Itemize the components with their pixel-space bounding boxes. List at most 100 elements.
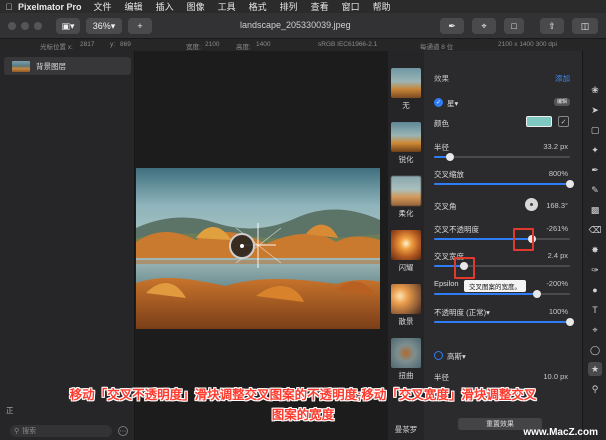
window-toolbar: ▣▾ 36% ▾ + landscape_205330039.jpeg ✒ ⌖ □… [0, 13, 606, 39]
radius-slider-knob[interactable] [446, 153, 455, 161]
gaussian-effect-label: 高斯 [447, 352, 462, 361]
menu-window[interactable]: 窗口 [342, 0, 360, 13]
handle-center-dot [240, 244, 244, 248]
document-button[interactable]: □ [504, 18, 524, 34]
epsilon-slider[interactable] [434, 290, 570, 298]
chevron-down-icon: ▾ [110, 20, 116, 31]
zoom-select[interactable]: 36% ▾ [86, 18, 122, 34]
opacity-slider-knob[interactable] [566, 318, 574, 326]
search-icon: ⚲ [14, 428, 20, 435]
paint-tool-icon[interactable]: ✎ [588, 183, 602, 197]
layer-options-button[interactable]: ⋯ [118, 426, 128, 436]
epsilon-label: Epsilon [434, 279, 459, 288]
search-placeholder: 搜索 [22, 428, 37, 435]
gaussian-effect-toggle[interactable] [434, 351, 443, 360]
tutorial-caption: 移动「交叉不透明度」滑块调整交叉图案的不透明度;移动「交叉宽度」滑块调整交叉 图… [0, 385, 606, 425]
chevron-down-icon: ▾ [462, 352, 466, 361]
layer-row[interactable]: 背景图层 [4, 57, 131, 75]
effect-thumb-glow[interactable] [391, 230, 421, 260]
gradient-tool-icon[interactable]: ▩ [588, 203, 602, 217]
color-adjust-tool-icon[interactable]: ✒ [588, 163, 602, 177]
crop-button[interactable]: ⌖ [472, 18, 496, 34]
menu-image[interactable]: 图像 [187, 0, 205, 13]
effect-thumb-sharpen[interactable] [391, 122, 421, 152]
effects-tool-icon[interactable]: ★ [588, 362, 602, 376]
menu-view[interactable]: 查看 [311, 0, 329, 13]
eyedropper-button[interactable]: ✓ [558, 116, 569, 127]
gaussian-radius-label: 半径 [434, 373, 449, 382]
menu-tools[interactable]: 工具 [218, 0, 236, 13]
share-button[interactable]: ⇧ [540, 18, 564, 34]
cross-opacity-slider[interactable] [434, 235, 570, 243]
menu-file[interactable]: 文件 [94, 0, 112, 13]
menu-bar:  Pixelmator Pro 文件 编辑 插入 图像 工具 格式 排列 查看… [0, 0, 606, 13]
minimize-window-icon[interactable] [21, 22, 29, 30]
edit-effect-button[interactable]: 编辑 [554, 98, 570, 106]
magic-wand-tool-icon[interactable]: ✦ [588, 143, 602, 157]
watermark: www.MacZ.com [523, 427, 598, 438]
share-icon: ⇧ [548, 20, 556, 31]
crop-icon: ⌖ [481, 20, 487, 31]
type-tool-icon[interactable]: T [588, 303, 602, 317]
cross-opacity-highlight [513, 228, 534, 251]
cross-scale-slider-fill [434, 183, 570, 185]
chevron-down-icon: ▾ [454, 99, 459, 108]
color-tool-icon[interactable]: ◯ [588, 343, 602, 357]
opacity-mode-select[interactable]: 不透明度 (正常)▾ [434, 307, 490, 318]
arrange-tool-icon[interactable]: ➤ [588, 103, 602, 117]
style-tool-icon[interactable]: ❀ [588, 83, 602, 97]
radius-slider[interactable] [434, 153, 570, 161]
cross-opacity-value: -261% [546, 224, 568, 233]
cursor-y-value: 869 [120, 41, 131, 48]
opacity-slider-fill [434, 321, 570, 323]
opacity-slider[interactable] [434, 318, 574, 326]
effects-panel: 效果 添加 ✓ 星▾ 编辑 颜色 ✓ 半径 33.2 px 交叉缩放 800% … [424, 51, 582, 440]
menu-help[interactable]: 帮助 [373, 0, 391, 13]
cross-angle-value: 168.3° [546, 201, 568, 210]
cross-scale-label: 交叉缩放 [434, 170, 464, 179]
view-toggle-button[interactable]: ▣▾ [56, 18, 80, 34]
effects-section-title: 效果 [434, 74, 449, 83]
retouch-tool-icon[interactable]: ✸ [588, 243, 602, 257]
gaussian-effect-name[interactable]: 高斯▾ [447, 351, 466, 362]
add-button[interactable]: + [128, 18, 152, 34]
gaussian-radius-value: 10.0 px [543, 372, 568, 381]
epsilon-slider-knob[interactable] [533, 290, 542, 298]
add-effect-button[interactable]: 添加 [555, 73, 570, 84]
menu-edit[interactable]: 编辑 [125, 0, 143, 13]
crop-tool-icon[interactable]: ⌖ [588, 323, 602, 337]
effect-thumb-soften[interactable] [391, 176, 421, 206]
app-menu[interactable]: Pixelmator Pro [18, 2, 82, 12]
style-button[interactable]: ✒ [440, 18, 464, 34]
sidebar-right-button[interactable]: ◫ [572, 18, 598, 34]
cross-angle-dial[interactable] [525, 198, 538, 211]
effect-thumb-bokeh[interactable] [391, 284, 421, 314]
cross-width-value: 2.4 px [547, 251, 568, 260]
layer-search-input[interactable]: ⚲ 搜索 [10, 425, 112, 437]
star-effect-name[interactable]: 星▾ [447, 98, 458, 109]
menu-insert[interactable]: 插入 [156, 0, 174, 13]
pen-tool-icon[interactable]: ✑ [588, 263, 602, 277]
star-effect-toggle[interactable]: ✓ [434, 98, 443, 107]
height-value: 1400 [256, 41, 271, 48]
effect-thumb-none[interactable] [391, 68, 421, 98]
shape-tool-icon[interactable]: ● [588, 283, 602, 297]
checkmark-icon: ✓ [435, 100, 442, 106]
cross-scale-slider[interactable] [434, 180, 574, 188]
eraser-tool-icon[interactable]: ⌫ [588, 223, 602, 237]
apple-menu-icon[interactable]:  [0, 2, 18, 12]
close-window-icon[interactable] [8, 22, 16, 30]
effect-thumb-distort[interactable] [391, 338, 421, 368]
document-icon: □ [511, 21, 517, 31]
channel-depth: 每通道 8 位 [420, 44, 454, 51]
panel-icon: ◫ [580, 20, 590, 31]
landscape-image[interactable] [136, 168, 380, 329]
effect-center-handle[interactable] [229, 233, 255, 259]
cross-scale-slider-knob[interactable] [566, 180, 574, 188]
color-well[interactable] [526, 116, 552, 127]
selection-tool-icon[interactable]: ▢ [588, 123, 602, 137]
menu-format[interactable]: 格式 [249, 0, 267, 13]
menu-arrange[interactable]: 排列 [280, 0, 298, 13]
opacity-label: 不透明度 (正常) [434, 308, 487, 317]
zoom-window-icon[interactable] [34, 22, 42, 30]
